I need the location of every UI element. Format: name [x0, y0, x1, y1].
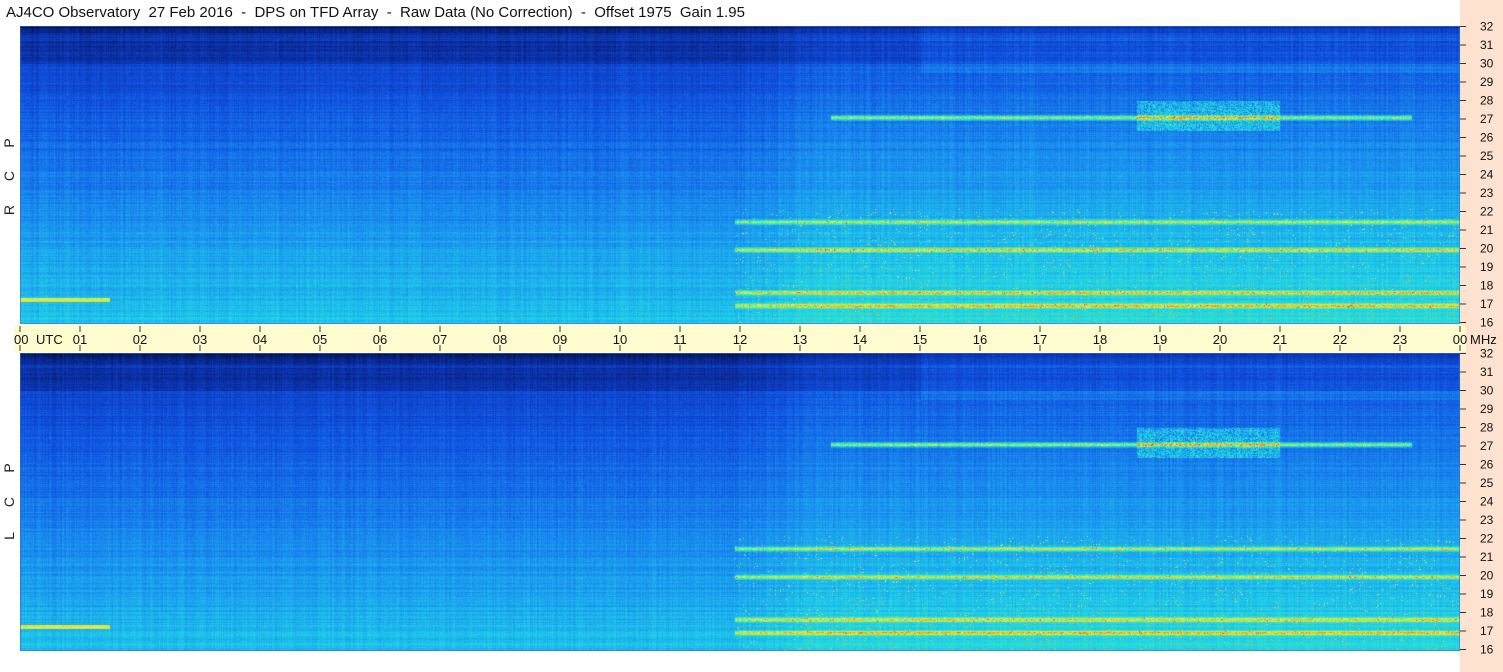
chart-title: AJ4CO Observatory 27 Feb 2016 - DPS on T…: [6, 4, 745, 21]
frequency-axis-strip: [1460, 0, 1503, 672]
lcp-spectrogram: [20, 353, 1460, 651]
lcp-spectrogram-canvas: [20, 353, 1460, 651]
rcp-spectrogram-canvas: [20, 26, 1460, 324]
lcp-label-l: P: [1, 463, 17, 473]
title-bar: AJ4CO Observatory 27 Feb 2016 - DPS on T…: [0, 0, 1460, 26]
rcp-label-c: C: [1, 170, 17, 182]
rcp-spectrogram: [20, 26, 1460, 324]
lcp-label-c: C: [1, 496, 17, 508]
lcp-label-p: L: [1, 532, 17, 540]
rcp-label-r: P: [1, 138, 17, 148]
rcp-label-p: R: [1, 204, 17, 216]
time-axis-band: [14, 325, 1466, 352]
